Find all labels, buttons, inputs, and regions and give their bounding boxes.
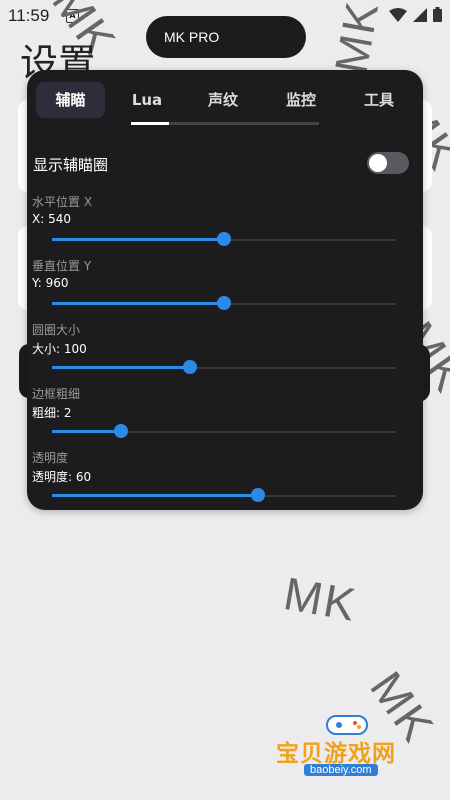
switch-knob [369, 154, 387, 172]
slider-fill [52, 302, 224, 305]
tab-monitor[interactable]: 监控 [277, 82, 325, 118]
wifi-icon [389, 7, 407, 22]
tab-aim[interactable]: 辅瞄 [36, 82, 105, 118]
tab-label: 工具 [363, 91, 394, 109]
slider-fill [52, 430, 121, 433]
slider-value: 粗细: 2 [32, 406, 72, 420]
slider-label: 垂直位置 Y [32, 259, 92, 273]
tab-label: 辅瞄 [55, 91, 86, 109]
slider-value: 透明度: 60 [32, 470, 92, 484]
watermark: MK [324, 0, 389, 78]
slider-value: 大小: 100 [32, 342, 87, 356]
tab-tools[interactable]: 工具 [355, 82, 403, 118]
watermark: MK [280, 567, 361, 631]
tab-voiceprint[interactable]: 声纹 [199, 82, 247, 118]
slider-value: Y: 960 [32, 276, 69, 290]
slider-label: 透明度 [32, 451, 69, 465]
tab-lua[interactable]: Lua [123, 82, 171, 118]
gamepad-icon [326, 715, 368, 735]
tab-label: Lua [131, 91, 163, 109]
slider-label: 水平位置 X [32, 195, 93, 209]
toggle-label: 显示辅瞄圈 [33, 156, 109, 174]
slider-thumb[interactable] [182, 360, 197, 374]
slider-fill [52, 366, 190, 369]
logo-url: baobeiy.com [304, 764, 378, 776]
slider-value: X: 540 [32, 212, 71, 226]
show-aim-circle-switch[interactable] [367, 152, 409, 174]
slider-thumb[interactable] [217, 232, 231, 246]
aim-settings-panel: 辅瞄 Lua 声纹 监控 工具 显示辅瞄圈 水平位置 X X: 540 垂直位置… [27, 70, 423, 510]
site-logo: 宝贝游戏网 baobeiy.com [276, 712, 426, 786]
slider-thumb[interactable] [217, 296, 231, 310]
tab-bar: 辅瞄 Lua 声纹 监控 工具 [27, 70, 423, 130]
battery-icon [433, 7, 442, 22]
system-icons [389, 7, 442, 22]
slider-thumb[interactable] [113, 424, 128, 438]
slider-label: 边框粗细 [32, 387, 81, 401]
slider-fill [52, 238, 224, 241]
tab-scroll-indicator [131, 122, 169, 125]
tab-label: 监控 [285, 91, 316, 109]
floating-app-pill[interactable]: MK PRO [146, 16, 306, 58]
logo-name: 宝贝游戏网 [276, 741, 396, 767]
slider-thumb[interactable] [251, 488, 266, 502]
slider-fill [52, 494, 259, 497]
signal-icon [413, 7, 427, 22]
slider-label: 圆圈大小 [32, 323, 81, 337]
tab-label: 声纹 [207, 91, 238, 109]
pill-label: MK PRO [164, 29, 220, 45]
